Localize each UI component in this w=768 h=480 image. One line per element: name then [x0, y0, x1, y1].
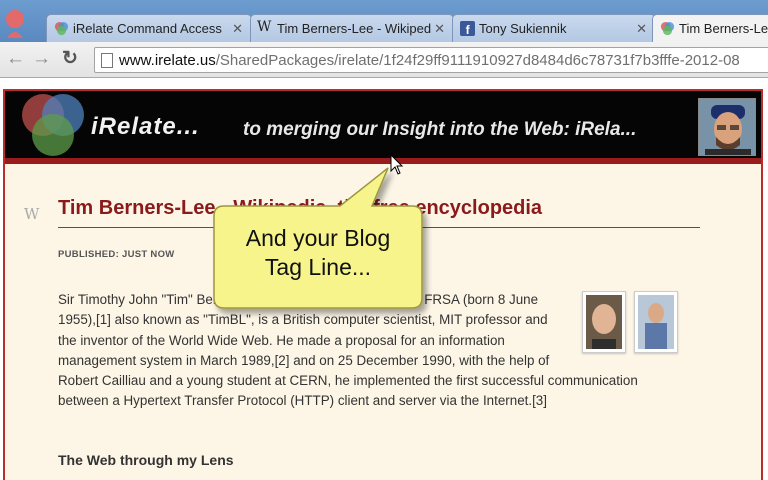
close-icon[interactable]: ✕: [636, 21, 647, 37]
tab-label: iRelate Command Access: [73, 21, 222, 36]
address-bar[interactable]: www.irelate.us/SharedPackages/irelate/1f…: [94, 47, 768, 73]
tab-irelate-command-access[interactable]: iRelate Command Access ✕: [46, 14, 252, 42]
published-label: PUBLISHED: JUST NOW: [58, 249, 175, 260]
irelate-icon: [54, 21, 69, 36]
facebook-icon: f: [460, 21, 475, 36]
tab-label: Tony Sukiennik: [479, 21, 567, 36]
url-path: /SharedPackages/irelate/1f24f29ff9111910…: [215, 52, 740, 69]
tab-tim-berners-lee-active[interactable]: Tim Berners-Lee: [652, 14, 768, 43]
close-icon[interactable]: ✕: [232, 21, 243, 37]
person-photo: [699, 99, 755, 155]
forward-arrow-icon[interactable]: →: [32, 49, 51, 68]
tab-label: Tim Berners-Lee: [679, 21, 768, 36]
url-host: www.irelate.us: [119, 52, 216, 69]
site-brand[interactable]: iRelate...: [91, 113, 200, 141]
profile-avatar-icon[interactable]: [4, 8, 26, 38]
wikipedia-icon: W: [257, 19, 272, 35]
irelate-icon: [660, 21, 675, 36]
browser-toolbar: ← → ↻ www.irelate.us/SharedPackages/irel…: [0, 42, 768, 78]
article-body-text: Sir Timothy John "Tim" Berners-Lee, OM, …: [58, 292, 638, 409]
tab-strip: iRelate Command Access ✕ W Tim Berners-L…: [0, 0, 768, 43]
back-arrow-icon[interactable]: ←: [6, 49, 25, 68]
author-avatar[interactable]: [698, 98, 756, 156]
site-tagline: to merging our Insight into the Web: iRe…: [243, 119, 637, 140]
tab-facebook[interactable]: f Tony Sukiennik ✕: [452, 14, 656, 42]
reload-icon[interactable]: ↻: [62, 49, 78, 68]
tab-wikipedia[interactable]: W Tim Berners-Lee - Wikiped ✕: [250, 14, 454, 42]
tab-label: Tim Berners-Lee - Wikiped: [277, 21, 432, 36]
article-title[interactable]: Tim Berners-Lee - Wikipedia, the free en…: [58, 197, 542, 220]
site-banner: iRelate... to merging our Insight into t…: [5, 91, 761, 164]
callout-line-1: And your Blog: [245, 225, 391, 251]
page-icon: [101, 53, 113, 68]
section-heading: The Web through my Lens: [58, 452, 234, 468]
close-icon[interactable]: ✕: [434, 21, 445, 37]
irelate-logo[interactable]: [17, 91, 89, 161]
wikipedia-icon: W: [24, 205, 40, 223]
site-frame: iRelate... to merging our Insight into t…: [3, 89, 763, 480]
article-body: Sir Timothy John "Tim" Berners-Lee, OM, …: [58, 290, 682, 412]
callout-text: And your Blog Tag Line...: [213, 224, 423, 282]
callout-line-2: Tag Line...: [264, 254, 372, 280]
mouse-cursor-icon: [390, 154, 404, 175]
